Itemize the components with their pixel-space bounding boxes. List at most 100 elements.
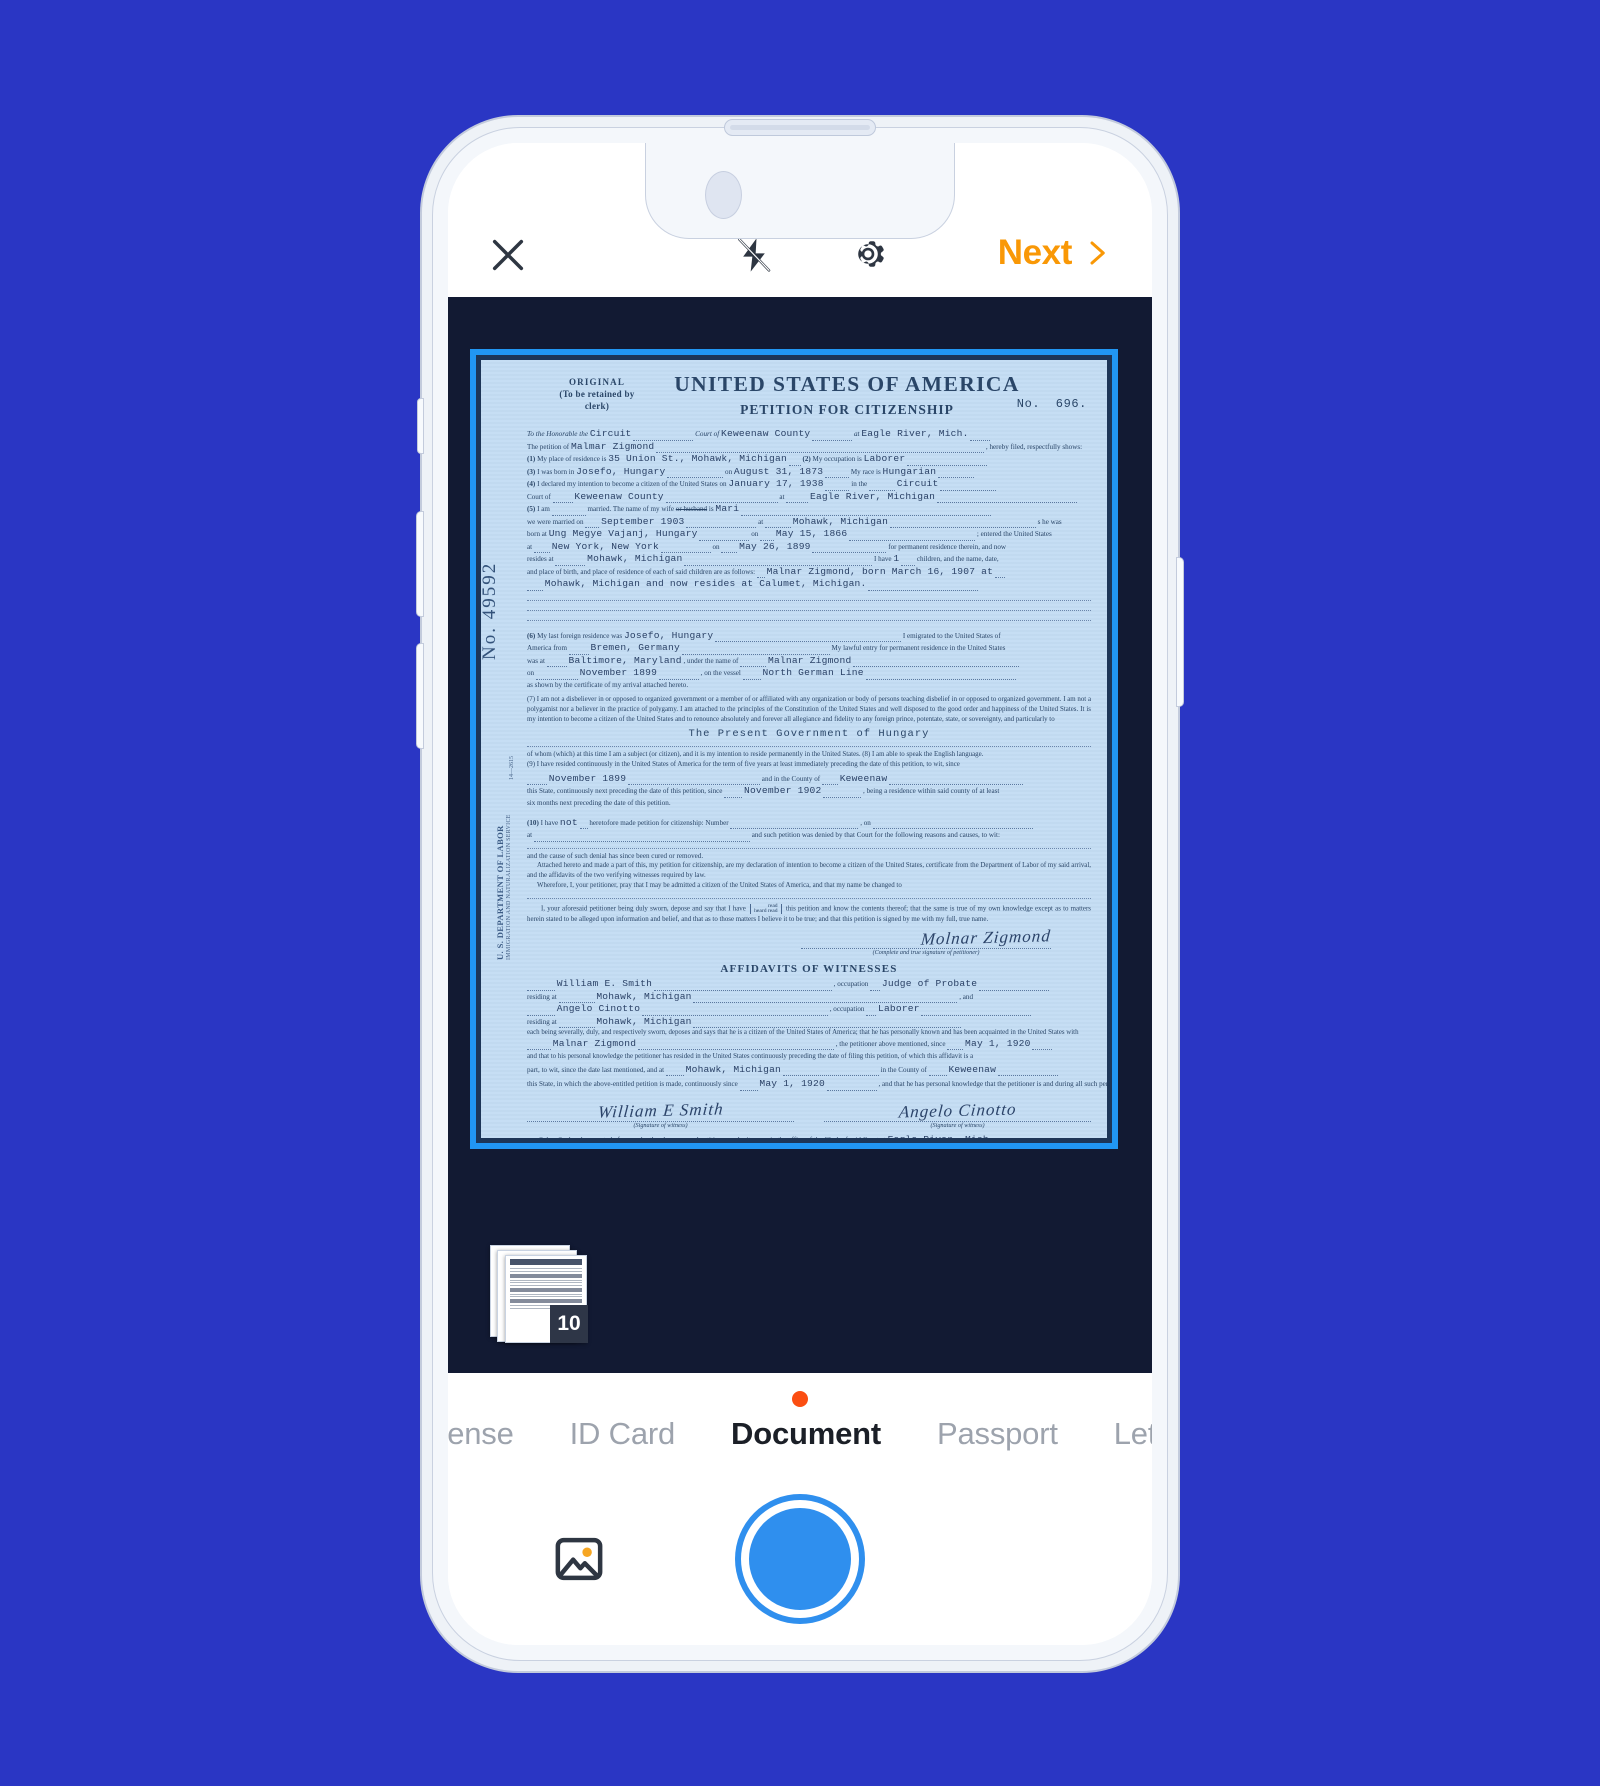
capture-mode-track: License ID Card Document Passport Letter bbox=[448, 1416, 1152, 1452]
doc-rule-6 bbox=[527, 897, 1091, 899]
doc-para-9: (9) I have resided continuously in the U… bbox=[527, 761, 960, 769]
doc-line-witness-2-residence: residing at Mohawk, Michigan bbox=[527, 1016, 1091, 1029]
doc-para-wherefore: Wherefore, I, your petitioner, pray that… bbox=[537, 882, 902, 890]
document-subtitle: PETITION FOR CITIZENSHIP bbox=[740, 402, 954, 417]
page-count-badge: 10 bbox=[550, 1305, 588, 1343]
mode-tab-id-card[interactable]: ID Card bbox=[570, 1416, 676, 1452]
phone-notch bbox=[645, 119, 955, 239]
original-label: ORIGINAL bbox=[568, 377, 626, 387]
close-button[interactable] bbox=[488, 235, 578, 275]
close-icon bbox=[492, 239, 524, 271]
chevron-right-icon bbox=[1090, 241, 1105, 265]
doc-line-children: and place of birth, and place of residen… bbox=[527, 566, 1091, 578]
doc-para-sworn: I, your aforesaid petitioner being duly … bbox=[527, 902, 1091, 923]
phone-screen: Next No. 49592 U. S. DEPARTMENT OF LABOR… bbox=[448, 143, 1152, 1645]
doc-line-6-foreign-residence: (6) My last foreign residence was Josefo… bbox=[527, 629, 1001, 642]
settings-button[interactable] bbox=[820, 233, 916, 275]
camera-controls bbox=[448, 1473, 1152, 1645]
mode-tab-document[interactable]: Document bbox=[731, 1416, 881, 1452]
doc-line-5-married: (5) I am married. The name of my wife or… bbox=[527, 503, 1091, 516]
witness-signatures-block: William E Smith (Signature of witness) A… bbox=[527, 1099, 1091, 1129]
doc-para-8: of whom (which) at this time I am a subj… bbox=[527, 750, 984, 758]
earpiece-speaker-icon bbox=[724, 119, 876, 136]
mode-tab-passport[interactable]: Passport bbox=[937, 1416, 1058, 1452]
doc-line-entered-at: at New York, New York on May 26, 1899 fo… bbox=[527, 540, 1006, 553]
volume-up-button[interactable] bbox=[416, 511, 424, 617]
doc-side-service: IMMIGRATION AND NATURALIZATION SERVICE bbox=[506, 814, 512, 960]
document-country-title: UNITED STATES OF AMERICA bbox=[667, 372, 1027, 397]
doc-line-state-since: this State, continuously next preceding … bbox=[527, 785, 1000, 798]
doc-side-number: No. 49592 bbox=[481, 561, 500, 660]
doc-line-honorable: To the Honorable the Circuit Court of Ke… bbox=[527, 428, 1091, 441]
doc-line-america-from: America from Bremen, Germany My lawful e… bbox=[527, 642, 1006, 655]
gallery-button[interactable] bbox=[552, 1532, 606, 1586]
witness-1-signature-caption: (Signature of witness) bbox=[633, 1121, 688, 1129]
petitioner-signature-block: Molnar Zigmond (Complete and true signat… bbox=[527, 926, 1091, 956]
doc-line-children-cont: Mohawk, Michigan and now resides at Calu… bbox=[527, 578, 1091, 591]
camera-viewport: No. 49592 U. S. DEPARTMENT OF LABOR IMMI… bbox=[448, 297, 1152, 1373]
witness-1-signature: William E Smith bbox=[596, 1099, 725, 1122]
doc-line-4-declared: (4) I declared my intention to become a … bbox=[527, 478, 1091, 491]
doc-blank-rule-1 bbox=[527, 599, 1091, 601]
doc-para-7-fill: The Present Government of Hungary bbox=[688, 727, 930, 740]
doc-line-witness-1: William E. Smith , occupation Judge of P… bbox=[527, 978, 1091, 991]
volume-down-button[interactable] bbox=[416, 643, 424, 749]
doc-rule-5 bbox=[527, 847, 1091, 849]
document-body: ORIGINAL (To be retained by clerk) UNITE… bbox=[527, 370, 1107, 1138]
doc-line-10-prior-petition: (10) I have not heretofore made petition… bbox=[527, 817, 1091, 830]
document-serial: No. 696. bbox=[1016, 397, 1087, 411]
doc-line-witness-petitioner: Malnar Zigmond , the petitioner above me… bbox=[527, 1038, 1091, 1051]
next-button-label: Next bbox=[997, 233, 1073, 272]
gear-icon bbox=[858, 241, 884, 267]
phone-device-frame: Next No. 49592 U. S. DEPARTMENT OF LABOR… bbox=[416, 117, 1184, 1671]
doc-line-3-born: (3) I was born in Josefo, Hungary on Aug… bbox=[527, 466, 1091, 478]
doc-line-witness-1-residence: residing at Mohawk, Michigan , and bbox=[527, 990, 973, 1004]
doc-side-code: 14—2615 bbox=[509, 756, 515, 780]
witness-2-signature-caption: (Signature of witness) bbox=[930, 1121, 985, 1129]
mode-tab-license[interactable]: License bbox=[448, 1416, 514, 1452]
gallery-image-icon bbox=[555, 1537, 603, 1581]
country-title-text: UNITED STATES OF AMERICA bbox=[674, 372, 1020, 396]
flash-off-icon bbox=[738, 238, 771, 272]
doc-line-was-at: was at Baltimore, Maryland , under the n… bbox=[527, 655, 1091, 667]
silent-switch-button[interactable] bbox=[417, 398, 424, 454]
doc-line-witness-part-to-wit: part, to wit, since the date last mentio… bbox=[527, 1064, 1091, 1077]
doc-line-cause-cured: and the cause of such denial has since b… bbox=[527, 851, 704, 860]
original-note-1: (To be retained by bbox=[559, 389, 635, 400]
document-crop-frame[interactable]: No. 49592 U. S. DEPARTMENT OF LABOR IMMI… bbox=[470, 349, 1118, 1149]
next-button[interactable]: Next bbox=[916, 233, 1112, 275]
shutter-button[interactable] bbox=[741, 1500, 859, 1618]
doc-blank-rule-2 bbox=[527, 609, 1091, 611]
capture-mode-tabs[interactable]: License ID Card Document Passport Letter bbox=[448, 1373, 1152, 1473]
doc-line-six-months: six months next preceding the date of th… bbox=[527, 798, 671, 807]
doc-line-vessel: on November 1899 , on the vessel North G… bbox=[527, 667, 1091, 680]
doc-line-resided-since: November 1899 and in the County of Kewee… bbox=[527, 773, 1091, 786]
petitioner-signature: Molnar Zigmond bbox=[920, 926, 1052, 949]
doc-line-resides-at: resides at Mohawk, Michigan I have 1 chi… bbox=[527, 553, 999, 566]
witness-section-title: AFFIDAVITS OF WITNESSES bbox=[720, 963, 898, 976]
original-note-2: clerk) bbox=[584, 401, 610, 412]
sworn-heard-read-option: heard read bbox=[754, 907, 778, 914]
doc-line-certificate-note: as shown by the certificate of my arriva… bbox=[527, 680, 689, 689]
front-camera-icon bbox=[705, 171, 742, 219]
doc-line-court-of: Court of Keweenaw County at Eagle River,… bbox=[527, 491, 1091, 503]
active-mode-indicator-dot bbox=[792, 1391, 808, 1407]
doc-para-witness-knowledge-a: and that to his personal knowledge the p… bbox=[527, 1053, 974, 1061]
mode-tab-letter[interactable]: Letter bbox=[1114, 1416, 1152, 1452]
camera-bottom-bar: License ID Card Document Passport Letter bbox=[448, 1373, 1152, 1645]
doc-side-agency: U. S. DEPARTMENT OF LABOR bbox=[495, 825, 505, 960]
doc-line-married-on: we were married on September 1903 at Moh… bbox=[527, 515, 1062, 528]
doc-line-petition-of: The petition of Malmar Zigmond , hereby … bbox=[527, 440, 1083, 453]
page-thumbnail-stack-button[interactable]: 10 bbox=[490, 1245, 588, 1343]
scanned-document-preview: No. 49592 U. S. DEPARTMENT OF LABOR IMMI… bbox=[481, 360, 1107, 1138]
flash-toggle-button[interactable] bbox=[578, 235, 820, 275]
doc-para-attached: Attached hereto and made a part of this,… bbox=[527, 861, 1091, 879]
doc-para-7: (7) I am not a disbeliever in or opposed… bbox=[527, 695, 1091, 724]
doc-blank-rule-3 bbox=[527, 619, 1091, 621]
doc-line-subscribed: Subscribed and sworn to before me by the… bbox=[527, 1134, 1091, 1138]
power-button[interactable] bbox=[1176, 557, 1184, 707]
doc-line-denied-at: at and such petition was denied by that … bbox=[527, 829, 1091, 842]
doc-line-1-residence: (1) My place of residence is 35 Union St… bbox=[527, 453, 1091, 466]
document-original-stamp: ORIGINAL (To be retained by clerk) bbox=[537, 376, 657, 412]
doc-line-witness-state-since: this State, in which the above-entitled … bbox=[527, 1078, 1107, 1091]
